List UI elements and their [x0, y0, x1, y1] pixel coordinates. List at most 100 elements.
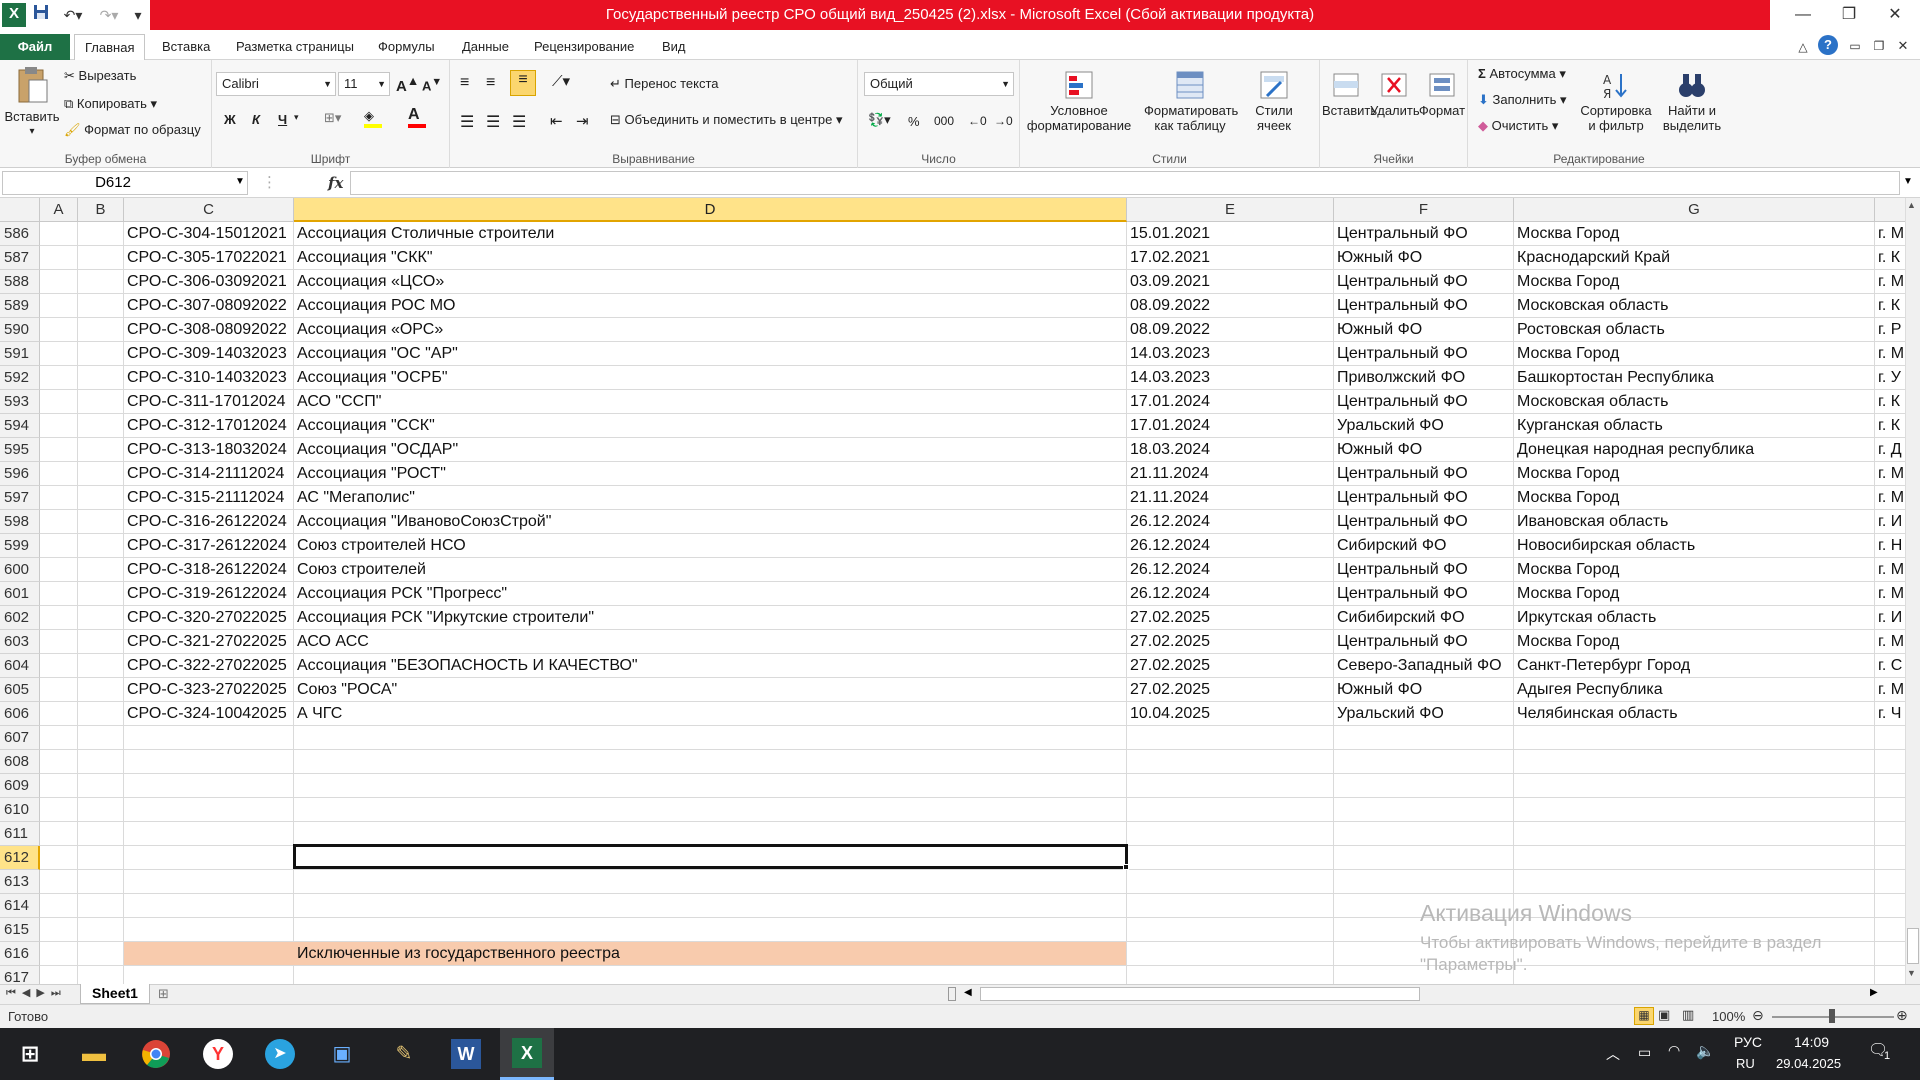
doc-restore-icon[interactable]: ❐ — [1870, 35, 1888, 57]
cell-b-592[interactable] — [78, 366, 124, 390]
cell-e-589[interactable]: 08.09.2022 — [1127, 294, 1334, 318]
cell-d-602[interactable]: Ассоциация РСК "Иркутские строители" — [294, 606, 1127, 630]
cell-c-608[interactable] — [124, 750, 294, 774]
cell-d-586[interactable]: Ассоциация Столичные строители — [294, 222, 1127, 246]
cell-g-587[interactable]: Краснодарский Край — [1514, 246, 1875, 270]
row-header[interactable]: 601 — [0, 582, 40, 606]
cell-a-600[interactable] — [40, 558, 78, 582]
cell-a-614[interactable] — [40, 894, 78, 918]
cell-f-612[interactable] — [1334, 846, 1514, 870]
cell-a-604[interactable] — [40, 654, 78, 678]
cell-c-614[interactable] — [124, 894, 294, 918]
vertical-scroll-thumb[interactable] — [1907, 928, 1919, 964]
page-break-view-icon[interactable]: ▥ — [1682, 1007, 1694, 1023]
cell-d-617[interactable] — [294, 966, 1127, 984]
row-header[interactable]: 593 — [0, 390, 40, 414]
currency-icon[interactable]: 💱▾ — [868, 112, 891, 128]
cell-a-598[interactable] — [40, 510, 78, 534]
cell-styles-button[interactable]: Стили ячеек — [1242, 70, 1306, 133]
row-header[interactable]: 610 — [0, 798, 40, 822]
cell-a-589[interactable] — [40, 294, 78, 318]
column-header-h[interactable] — [1875, 198, 1905, 222]
format-painter-button[interactable]: 🖌 Формат по образцу — [64, 122, 201, 138]
cell-a-592[interactable] — [40, 366, 78, 390]
volume-icon[interactable]: 🔈 — [1696, 1042, 1715, 1060]
align-left-icon[interactable]: ☰ — [460, 112, 474, 132]
cell-g-588[interactable]: Москва Город — [1514, 270, 1875, 294]
cell-a-588[interactable] — [40, 270, 78, 294]
increase-indent-icon[interactable]: ⇥ — [576, 112, 589, 130]
cell-f-606[interactable]: Уральский ФО — [1334, 702, 1514, 726]
row-header[interactable]: 608 — [0, 750, 40, 774]
cell-d-610[interactable] — [294, 798, 1127, 822]
tab-data[interactable]: Данные — [452, 34, 519, 60]
save-icon[interactable] — [30, 4, 52, 26]
cell-g-590[interactable]: Ростовская область — [1514, 318, 1875, 342]
increase-decimal-icon[interactable]: ←0 — [968, 114, 987, 128]
shrink-font-icon[interactable]: A▼ — [422, 76, 442, 93]
sheet-tab-sheet1[interactable]: Sheet1 — [80, 984, 150, 1004]
cell-f-591[interactable]: Центральный ФО — [1334, 342, 1514, 366]
cell-e-591[interactable]: 14.03.2023 — [1127, 342, 1334, 366]
cell-h-607[interactable] — [1875, 726, 1905, 750]
cell-b-591[interactable] — [78, 342, 124, 366]
cell-g-604[interactable]: Санкт-Петербург Город — [1514, 654, 1875, 678]
cell-b-610[interactable] — [78, 798, 124, 822]
cell-f-598[interactable]: Центральный ФО — [1334, 510, 1514, 534]
cell-h-593[interactable]: г. К — [1875, 390, 1905, 414]
sheet-nav-arrows[interactable]: ⏮◀▶⏭ — [6, 986, 67, 1000]
cell-c-597[interactable]: СРО-С-315-21112024 — [124, 486, 294, 510]
font-size-combo[interactable]: 11 ▼ — [338, 72, 390, 96]
cell-h-616[interactable] — [1875, 942, 1905, 966]
cell-b-590[interactable] — [78, 318, 124, 342]
ribbon-minimize-icon[interactable]: △ — [1794, 36, 1812, 58]
cell-f-594[interactable]: Уральский ФО — [1334, 414, 1514, 438]
row-header[interactable]: 609 — [0, 774, 40, 798]
cell-g-597[interactable]: Москва Город — [1514, 486, 1875, 510]
cell-b-601[interactable] — [78, 582, 124, 606]
cell-e-611[interactable] — [1127, 822, 1334, 846]
cell-b-589[interactable] — [78, 294, 124, 318]
cell-d-588[interactable]: Ассоциация «ЦСО» — [294, 270, 1127, 294]
cell-h-603[interactable]: г. М — [1875, 630, 1905, 654]
cell-h-612[interactable] — [1875, 846, 1905, 870]
cell-e-598[interactable]: 26.12.2024 — [1127, 510, 1334, 534]
number-format-combo[interactable]: Общий ▼ — [864, 72, 1014, 96]
excel-app-icon[interactable]: X — [2, 3, 26, 27]
row-header[interactable]: 604 — [0, 654, 40, 678]
cell-d-603[interactable]: АСО АСС — [294, 630, 1127, 654]
cell-g-591[interactable]: Москва Город — [1514, 342, 1875, 366]
font-color-button[interactable]: A — [408, 106, 426, 128]
cell-b-612[interactable] — [78, 846, 124, 870]
cell-a-612[interactable] — [40, 846, 78, 870]
windows-start-icon[interactable]: ⊞ — [10, 1034, 50, 1074]
cell-c-592[interactable]: СРО-С-310-14032023 — [124, 366, 294, 390]
cell-h-606[interactable]: г. Ч — [1875, 702, 1905, 726]
cell-a-611[interactable] — [40, 822, 78, 846]
chrome-icon[interactable] — [136, 1034, 176, 1074]
font-name-combo[interactable]: Calibri ▼ — [216, 72, 336, 96]
column-header-g[interactable]: G — [1514, 198, 1875, 222]
cell-h-594[interactable]: г. К — [1875, 414, 1905, 438]
cell-g-605[interactable]: Адыгея Республика — [1514, 678, 1875, 702]
cell-e-596[interactable]: 21.11.2024 — [1127, 462, 1334, 486]
row-header[interactable]: 606 — [0, 702, 40, 726]
fill-handle[interactable] — [1123, 864, 1129, 870]
cell-h-601[interactable]: г. М — [1875, 582, 1905, 606]
cell-e-587[interactable]: 17.02.2021 — [1127, 246, 1334, 270]
cell-c-612[interactable] — [124, 846, 294, 870]
row-header[interactable]: 599 — [0, 534, 40, 558]
cell-b-608[interactable] — [78, 750, 124, 774]
cell-e-602[interactable]: 27.02.2025 — [1127, 606, 1334, 630]
close-icon[interactable]: ✕ — [1872, 0, 1918, 30]
excel-taskbar-icon[interactable]: X — [500, 1028, 554, 1080]
insert-sheet-icon[interactable]: ⊞ — [158, 986, 169, 1002]
cell-h-609[interactable] — [1875, 774, 1905, 798]
column-header-f[interactable]: F — [1334, 198, 1514, 222]
cell-e-600[interactable]: 26.12.2024 — [1127, 558, 1334, 582]
column-header-b[interactable]: B — [78, 198, 124, 222]
row-header[interactable]: 594 — [0, 414, 40, 438]
clock-time[interactable]: 14:09 — [1794, 1034, 1829, 1050]
cell-c-604[interactable]: СРО-С-322-27022025 — [124, 654, 294, 678]
insert-cells-button[interactable]: Вставить — [1322, 70, 1377, 118]
